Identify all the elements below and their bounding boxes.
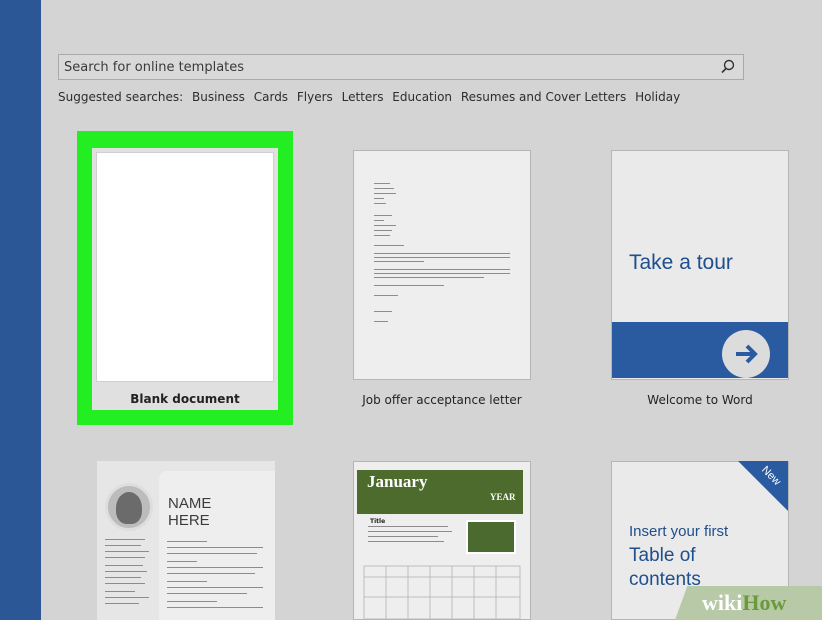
suggested-link-holiday[interactable]: Holiday (635, 90, 680, 104)
suggested-link-letters[interactable]: Letters (342, 90, 384, 104)
new-document-screen: Search for online templates Suggested se… (0, 0, 822, 620)
search-input[interactable]: Search for online templates (64, 60, 244, 75)
backstage-sidebar (0, 0, 41, 620)
letter-thumbnail (374, 183, 510, 322)
suggested-link-business[interactable]: Business (192, 90, 245, 104)
suggested-searches-label: Suggested searches: (58, 90, 184, 104)
suggested-link-education[interactable]: Education (392, 90, 452, 104)
suggested-link-cards[interactable]: Cards (254, 90, 288, 104)
resume-name-text: NAME HERE (168, 495, 212, 529)
tour-arrow-button (722, 330, 770, 378)
toc-thumbnail-text: Insert your first Table of contents (629, 523, 729, 590)
calendar-year: YEAR (490, 492, 516, 502)
blank-page-thumbnail (96, 152, 274, 382)
template-blank-document[interactable]: Blank document (92, 148, 278, 410)
template-caption: Blank document (130, 392, 240, 406)
template-caption: Welcome to Word (647, 393, 753, 407)
take-a-tour-text: Take a tour (629, 251, 733, 274)
suggested-link-resumes[interactable]: Resumes and Cover Letters (461, 90, 626, 104)
arrow-right-icon (736, 344, 758, 364)
calendar-photo (466, 520, 516, 554)
calendar-month: January (367, 472, 428, 491)
calendar-title: Title (370, 518, 386, 525)
template-caption: Job offer acceptance letter (362, 393, 522, 407)
search-icon[interactable] (719, 58, 737, 76)
search-box[interactable]: Search for online templates (58, 54, 744, 80)
resume-photo (105, 483, 153, 531)
suggested-link-flyers[interactable]: Flyers (297, 90, 333, 104)
suggested-searches: Suggested searches: Business Cards Flyer… (58, 90, 685, 104)
template-job-offer-letter[interactable] (353, 150, 531, 380)
wikihow-watermark: wikiHow (702, 590, 787, 615)
